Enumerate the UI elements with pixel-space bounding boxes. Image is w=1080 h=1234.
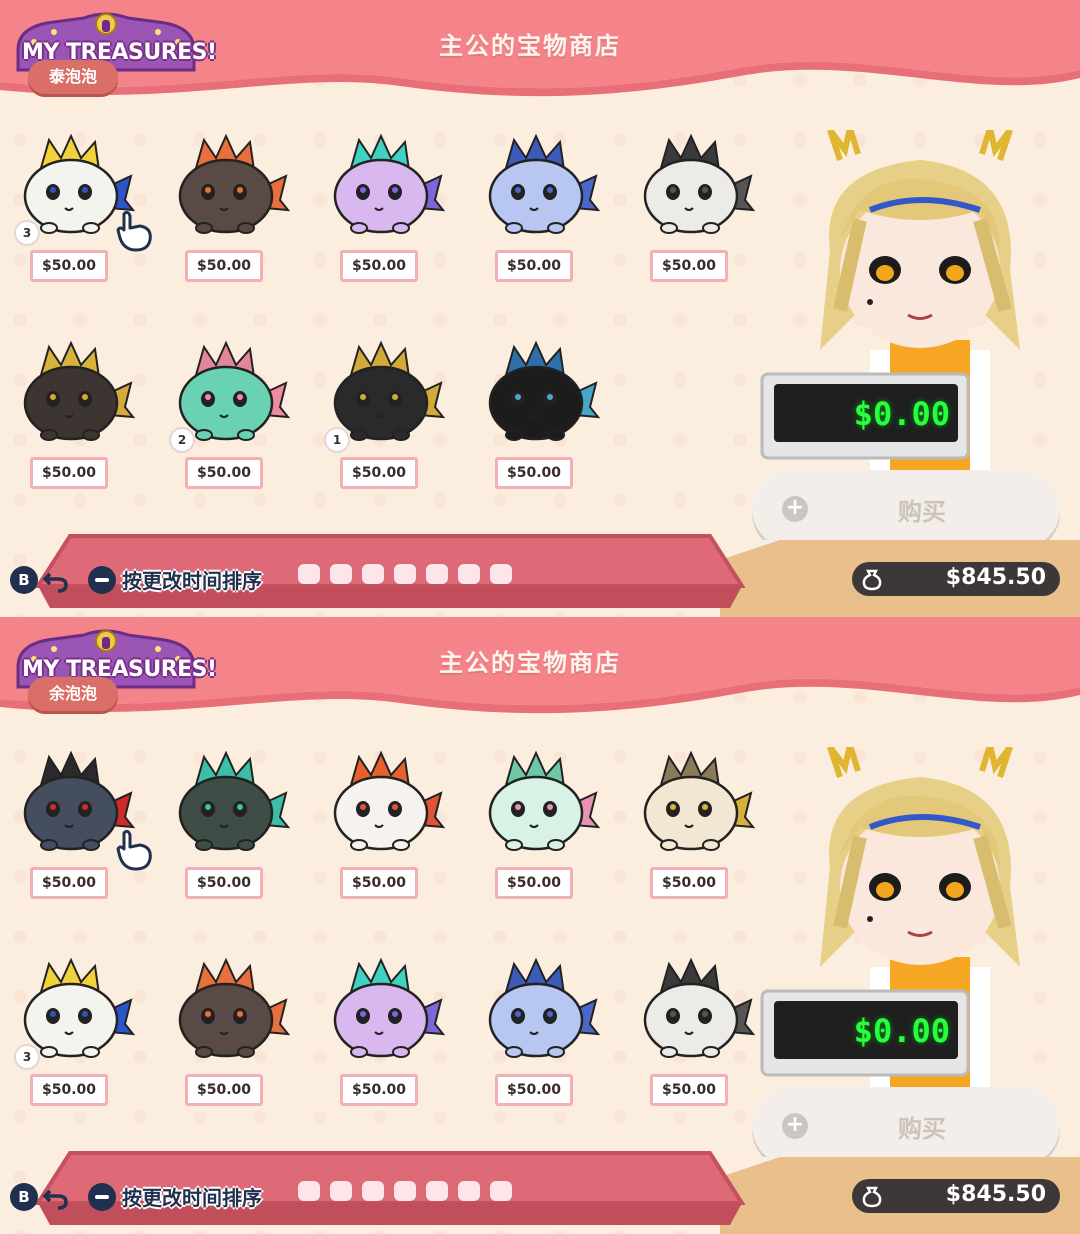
price-tag: $50.00 [340,457,418,489]
plus-icon: + [782,1113,808,1139]
shop-item[interactable]: $50.00 [163,745,293,915]
b-button[interactable]: B [10,1183,38,1211]
shop-item[interactable]: $50.00 [8,335,138,505]
buy-button[interactable]: + 购买 [752,1087,1060,1165]
shop-item[interactable]: $50.00 [473,335,603,505]
shop-title: 主公的宝物商店 [439,32,621,60]
pet-creature-icon [178,750,291,851]
total-display: $0.00 [853,395,950,433]
sort-label: 按更改时间排序 [122,569,262,593]
price-tag: $50.00 [340,1074,418,1106]
price-tag: $50.00 [650,1074,728,1106]
owner-tab[interactable]: 泰泡泡 [28,60,118,94]
shop-screen-bottom: 主公的宝物商店 MY TREASURES! 余泡泡 $50.00 $50.00 $5… [0,617,1080,1234]
shop-screen-top: 主公的宝物商店 MY TREASURES! 泰泡泡 3 $50.00 $50.00 $… [0,0,1080,617]
shop-item[interactable]: 1 $50.00 [318,335,448,505]
balance-amount: $845.50 [945,1182,1046,1207]
owned-count-badge: 3 [14,220,40,246]
pet-creature-icon [643,133,756,234]
shop-item[interactable]: $50.00 [318,128,448,298]
price-tag: $50.00 [650,250,728,282]
pet-creature-icon [333,133,446,234]
price-tag: $50.00 [30,1074,108,1106]
minus-button[interactable] [88,1183,116,1211]
shop-item[interactable]: $50.00 [628,128,758,298]
pet-creature-icon [488,957,601,1058]
pet-creature-icon [643,957,756,1058]
pet-creature-icon [488,340,601,441]
shop-item[interactable]: $50.00 [318,952,448,1122]
money-bag-icon [862,569,882,591]
pet-creature-icon [178,133,291,234]
pet-creature-icon [488,133,601,234]
shop-item[interactable]: $50.00 [473,128,603,298]
price-tag: $50.00 [185,457,263,489]
price-tag: $50.00 [495,250,573,282]
hand-cursor-icon [116,829,152,871]
shop-item[interactable]: $50.00 [473,745,603,915]
b-button[interactable]: B [10,566,38,594]
shop-item[interactable]: $50.00 [163,952,293,1122]
price-tag: $50.00 [30,250,108,282]
shop-item[interactable]: 2 $50.00 [163,335,293,505]
price-tag: $50.00 [185,867,263,899]
pet-creature-icon [333,750,446,851]
shop-title: 主公的宝物商店 [439,649,621,677]
price-tag: $50.00 [495,867,573,899]
total-display: $0.00 [853,1012,950,1050]
hand-cursor-icon [116,210,152,252]
sort-label: 按更改时间排序 [122,1186,262,1210]
shop-item[interactable]: $50.00 [473,952,603,1122]
price-tag: $50.00 [30,457,108,489]
back-arrow-icon [42,572,68,593]
price-tag: $50.00 [340,867,418,899]
money-bag-icon [862,1186,882,1208]
back-arrow-icon [42,1189,68,1210]
pet-creature-icon [643,750,756,851]
owned-count-badge: 1 [324,427,350,453]
price-tag: $50.00 [185,1074,263,1106]
buy-button[interactable]: + 购买 [752,470,1060,548]
plus-icon: + [782,496,808,522]
price-tag: $50.00 [340,250,418,282]
pet-creature-icon [23,340,136,441]
buy-label: 购买 [898,498,946,526]
shop-item[interactable]: $50.00 [318,745,448,915]
wallet-balance: $845.50 [852,562,1060,596]
price-tag: $50.00 [185,250,263,282]
shop-item[interactable]: 3 $50.00 [8,952,138,1122]
price-tag: $50.00 [650,867,728,899]
balance-amount: $845.50 [945,565,1046,590]
owner-tab[interactable]: 余泡泡 [28,677,118,711]
minus-button[interactable] [88,566,116,594]
pet-creature-icon [178,957,291,1058]
owned-count-badge: 3 [14,1044,40,1070]
pet-creature-icon [488,750,601,851]
shop-item[interactable]: $50.00 [628,952,758,1122]
price-tag: $50.00 [30,867,108,899]
buy-label: 购买 [898,1115,946,1143]
wallet-balance: $845.50 [852,1179,1060,1213]
price-tag: $50.00 [495,457,573,489]
shop-item[interactable]: $50.00 [163,128,293,298]
pet-creature-icon [333,957,446,1058]
shop-item[interactable]: $50.00 [628,745,758,915]
owned-count-badge: 2 [169,427,195,453]
price-tag: $50.00 [495,1074,573,1106]
